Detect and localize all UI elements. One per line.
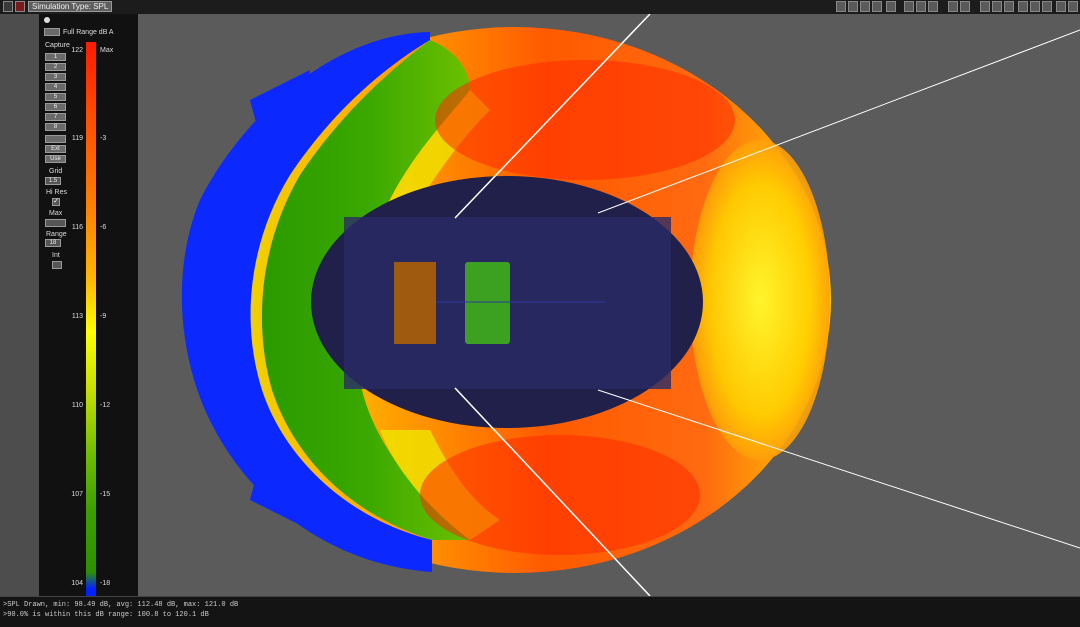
- view-front-icon[interactable]: [916, 1, 926, 12]
- speaker-icon[interactable]: [960, 1, 970, 12]
- capture-button-6[interactable]: 6: [45, 103, 66, 111]
- max-label: Max: [49, 210, 63, 217]
- close-icon[interactable]: [1068, 1, 1078, 12]
- range-mode-button[interactable]: [44, 28, 60, 36]
- db-tick: 107: [71, 491, 83, 498]
- rotate-icon[interactable]: [872, 1, 882, 12]
- capture-button-4[interactable]: 4: [45, 83, 66, 91]
- db-tick: 110: [71, 402, 83, 409]
- graph-icon[interactable]: [1004, 1, 1014, 12]
- range-mode-label: Full Range dB A: [63, 29, 114, 36]
- capture-button-1[interactable]: 1: [45, 53, 66, 61]
- db-tick: 122: [71, 47, 83, 54]
- window-icon[interactable]: [1056, 1, 1066, 12]
- stage-block: [394, 262, 436, 344]
- folder-icon[interactable]: [1030, 1, 1040, 12]
- arrow-left-icon[interactable]: [992, 1, 1002, 12]
- grid-label: Grid: [49, 168, 63, 175]
- spl-color-scale: [86, 42, 96, 600]
- db-tick: 113: [71, 313, 83, 320]
- camera-icon[interactable]: [948, 1, 958, 12]
- capture-button-3[interactable]: 3: [45, 73, 66, 81]
- capture-button-7[interactable]: 7: [45, 113, 66, 121]
- capture-use-button[interactable]: Use: [45, 155, 66, 163]
- relative-tick: -18: [100, 580, 111, 587]
- hires-checkbox[interactable]: ✓: [52, 198, 60, 206]
- db-tick: 119: [71, 135, 83, 142]
- capture-button-2[interactable]: 2: [45, 63, 66, 71]
- capture-button-5[interactable]: 5: [45, 93, 66, 101]
- left-control-panel: Full Range dB A Capture 1 2 3 4 5 6 7 8 …: [0, 14, 138, 600]
- simulation-type-selector[interactable]: Simulation Type: SPL: [28, 1, 113, 12]
- relative-tick: -15: [100, 491, 111, 498]
- hires-label: Hi Res: [46, 189, 68, 196]
- relative-tick: -12: [100, 402, 111, 409]
- capture-button-8[interactable]: 8: [45, 123, 66, 131]
- zoom-in-icon[interactable]: [836, 1, 846, 12]
- view-dropdown-icon[interactable]: [886, 1, 896, 12]
- view-top-icon[interactable]: [904, 1, 914, 12]
- max-button[interactable]: [45, 219, 66, 227]
- int-checkbox[interactable]: [52, 261, 62, 269]
- sun-icon[interactable]: [1018, 1, 1028, 12]
- pan-icon[interactable]: [860, 1, 870, 12]
- relative-tick: Max: [100, 47, 114, 54]
- range-label: Range: [46, 231, 67, 238]
- audience-block: [465, 262, 510, 344]
- int-label: Int: [52, 252, 60, 259]
- relative-tick: -6: [100, 224, 107, 231]
- relative-tick: -3: [100, 135, 107, 142]
- spl-map-viewport[interactable]: [138, 14, 1080, 596]
- record-icon[interactable]: [3, 1, 13, 12]
- db-tick: 104: [71, 580, 83, 587]
- console-line-range: >90.0% is within this dB range: 100.8 to…: [3, 611, 209, 619]
- zoom-out-icon[interactable]: [848, 1, 858, 12]
- db-tick: 116: [71, 224, 83, 231]
- view-side-icon[interactable]: [928, 1, 938, 12]
- grid-select[interactable]: 1.5: [45, 177, 61, 185]
- indicator-icon: [44, 17, 50, 23]
- max-spl-zone: [435, 60, 735, 180]
- save-icon[interactable]: [1042, 1, 1052, 12]
- range-select[interactable]: 18: [45, 239, 61, 247]
- capture-button-blank[interactable]: [45, 135, 66, 143]
- stop-icon[interactable]: [15, 1, 25, 12]
- relative-tick: -9: [100, 313, 107, 320]
- top-toolbar: Simulation Type: SPL: [0, 0, 1080, 15]
- settings-icon[interactable]: [980, 1, 990, 12]
- console-output: >SPL Drawn, min: 98.49 dB, avg: 112.48 d…: [0, 596, 1080, 627]
- console-line-stats: >SPL Drawn, min: 98.49 dB, avg: 112.48 d…: [3, 601, 239, 609]
- capture-ext-button[interactable]: Ext: [45, 145, 66, 153]
- spl-map-canvas: [181, 14, 1080, 596]
